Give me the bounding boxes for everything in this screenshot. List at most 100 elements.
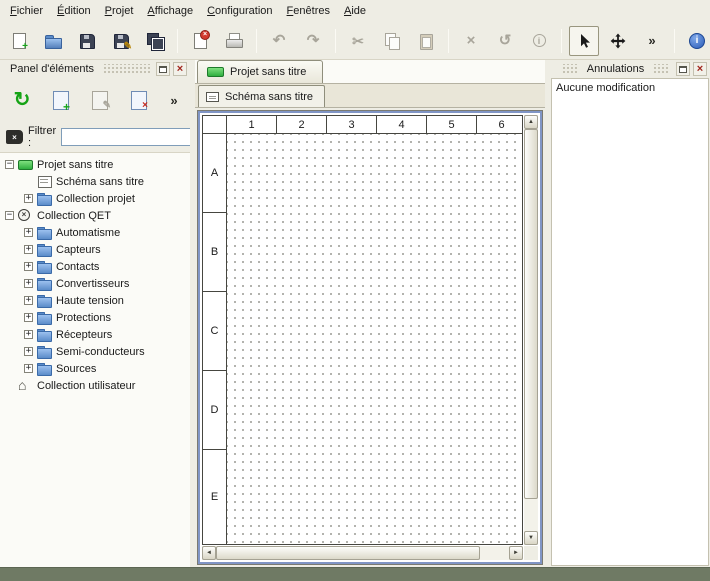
- new-element-button[interactable]: +: [47, 86, 75, 114]
- tree-expander[interactable]: +: [24, 313, 33, 322]
- menu-edition[interactable]: Édition: [50, 2, 98, 20]
- rotate-button[interactable]: ↺: [490, 26, 520, 56]
- tree-expander[interactable]: +: [24, 279, 33, 288]
- undo-panel-titlebar[interactable]: Annulations ×: [550, 60, 710, 78]
- schema-grid[interactable]: [227, 134, 522, 544]
- float-dock-button[interactable]: [156, 62, 170, 76]
- folder-icon: [37, 311, 52, 324]
- open-project-button[interactable]: [38, 26, 68, 56]
- save-as-floppy-icon: ✎: [112, 32, 130, 50]
- vertical-scroll-track[interactable]: [524, 129, 538, 531]
- delete-button[interactable]: ×: [456, 26, 486, 56]
- tree-collection-qet[interactable]: − × Collection QET: [0, 207, 190, 224]
- tree-expander[interactable]: +: [24, 228, 33, 237]
- horizontal-scroll-thumb[interactable]: [216, 546, 480, 560]
- menu-projet[interactable]: Projet: [98, 2, 141, 20]
- tree-contacts[interactable]: + Contacts: [0, 258, 190, 275]
- scroll-left-button[interactable]: ◄: [202, 546, 216, 560]
- tree-convertisseurs[interactable]: + Convertisseurs: [0, 275, 190, 292]
- editor-area: Projet sans titre Schéma sans titre 1234…: [195, 60, 545, 567]
- folder-icon: [37, 294, 52, 307]
- tab-schema-sans-titre[interactable]: Schéma sans titre: [198, 85, 325, 107]
- pencil-icon: ✎: [124, 42, 132, 52]
- tree-expander[interactable]: −: [5, 211, 14, 220]
- tree-expander[interactable]: +: [24, 364, 33, 373]
- copy-button[interactable]: [377, 26, 407, 56]
- paste-button[interactable]: [411, 26, 441, 56]
- project-tab-bar: Projet sans titre: [195, 60, 545, 84]
- vertical-scrollbar[interactable]: ▲ ▼: [524, 115, 538, 545]
- menu-aide[interactable]: Aide: [337, 2, 373, 20]
- close-dock-button[interactable]: ×: [693, 62, 707, 76]
- tree-automatisme[interactable]: + Automatisme: [0, 224, 190, 241]
- toolbar-overflow-button[interactable]: »: [637, 26, 667, 56]
- panel-overflow-button[interactable]: »: [166, 86, 182, 114]
- folder-icon: [37, 328, 52, 341]
- menu-affichage[interactable]: Affichage: [140, 2, 200, 20]
- rotate-arrow-icon: ↺: [499, 33, 512, 48]
- undo-button[interactable]: ↶: [264, 26, 294, 56]
- tree-expander[interactable]: −: [5, 160, 14, 169]
- redo-button[interactable]: ↷: [298, 26, 328, 56]
- close-dock-button[interactable]: ×: [173, 62, 187, 76]
- clipboard-icon: [417, 32, 435, 50]
- tree-expander[interactable]: +: [24, 347, 33, 356]
- clear-filter-icon[interactable]: ×: [6, 130, 23, 144]
- scroll-down-button[interactable]: ▼: [524, 531, 538, 545]
- close-project-button[interactable]: ×: [185, 26, 215, 56]
- filter-input[interactable]: [61, 128, 211, 146]
- menu-fichier[interactable]: Fichier: [3, 2, 50, 20]
- elements-tree: − Projet sans titre Schéma sans titre + …: [0, 152, 190, 567]
- scroll-right-button[interactable]: ►: [509, 546, 523, 560]
- tree-capteurs[interactable]: + Capteurs: [0, 241, 190, 258]
- left-arrow-icon: ◄: [206, 550, 212, 556]
- column-header: 5: [427, 116, 477, 133]
- column-header: 3: [327, 116, 377, 133]
- tree-haute-tension[interactable]: + Haute tension: [0, 292, 190, 309]
- horizontal-scroll-track[interactable]: [216, 546, 509, 560]
- tree-recepteurs[interactable]: + Récepteurs: [0, 326, 190, 343]
- horizontal-scrollbar[interactable]: ◄ ►: [202, 546, 523, 560]
- column-header: 1: [227, 116, 277, 133]
- print-button[interactable]: [219, 26, 249, 56]
- float-dock-button[interactable]: [676, 62, 690, 76]
- undo-empty-message: Aucune modification: [556, 82, 704, 94]
- tree-sources[interactable]: + Sources: [0, 360, 190, 377]
- vertical-scroll-thumb[interactable]: [524, 129, 538, 499]
- tree-expander[interactable]: +: [24, 296, 33, 305]
- undo-panel-title: Annulations: [585, 63, 647, 75]
- menu-fenetres[interactable]: Fenêtres: [280, 2, 337, 20]
- up-arrow-icon: ▲: [528, 119, 534, 125]
- save-as-button[interactable]: ✎: [106, 26, 136, 56]
- pan-mode-button[interactable]: [603, 26, 633, 56]
- about-button[interactable]: i: [682, 26, 710, 56]
- scroll-up-button[interactable]: ▲: [524, 115, 538, 129]
- element-info-button[interactable]: i: [524, 26, 554, 56]
- select-mode-button[interactable]: [569, 26, 599, 56]
- tree-protections[interactable]: + Protections: [0, 309, 190, 326]
- tree-expander[interactable]: +: [24, 330, 33, 339]
- tree-expander[interactable]: +: [24, 245, 33, 254]
- reload-collections-button[interactable]: ↻: [8, 86, 36, 114]
- elements-panel-titlebar[interactable]: Panel d'éléments ×: [0, 60, 190, 78]
- edit-element-button[interactable]: ✎: [86, 86, 114, 114]
- tree-schema-sans-titre[interactable]: Schéma sans titre: [0, 173, 190, 190]
- cut-button[interactable]: ✂: [343, 26, 373, 56]
- tree-item-label: Protections: [56, 312, 111, 324]
- menu-configuration[interactable]: Configuration: [200, 2, 279, 20]
- save-all-button[interactable]: [140, 26, 170, 56]
- tree-collection-projet[interactable]: + Collection projet: [0, 190, 190, 207]
- folder-icon: [37, 260, 52, 273]
- tree-collection-utilisateur[interactable]: ⌂ Collection utilisateur: [0, 377, 190, 394]
- new-project-button[interactable]: +: [4, 26, 34, 56]
- save-floppy-icon: [78, 32, 96, 50]
- float-window-icon: [159, 66, 167, 73]
- tree-expander[interactable]: +: [24, 262, 33, 271]
- tree-projet-sans-titre[interactable]: − Projet sans titre: [0, 156, 190, 173]
- tab-projet-sans-titre[interactable]: Projet sans titre: [197, 60, 323, 83]
- delete-element-button[interactable]: ×: [125, 86, 153, 114]
- right-arrow-icon: ►: [513, 550, 519, 556]
- tree-semi-conducteurs[interactable]: + Semi-conducteurs: [0, 343, 190, 360]
- tree-expander[interactable]: +: [24, 194, 33, 203]
- save-button[interactable]: [72, 26, 102, 56]
